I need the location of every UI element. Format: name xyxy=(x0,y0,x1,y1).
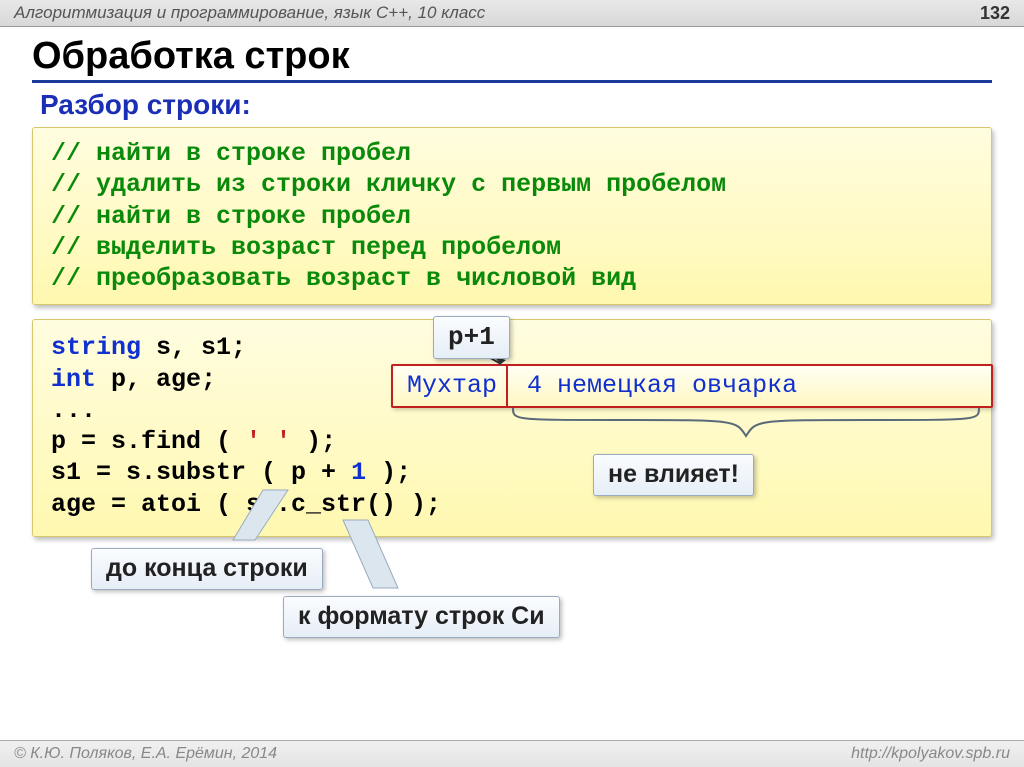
code-comment: // удалить из строки кличку с первым про… xyxy=(51,169,973,200)
slide-content: Обработка строк Разбор строки: // найти … xyxy=(0,27,1024,537)
code-text: s1 = s.substr ( p + xyxy=(51,458,351,487)
section-subtitle: Разбор строки: xyxy=(40,89,992,121)
code-comment: // выделить возраст перед пробелом xyxy=(51,232,973,263)
footer-copyright: © К.Ю. Поляков, Е.А. Ерёмин, 2014 xyxy=(14,745,277,763)
code-comment: // найти в строке пробел xyxy=(51,138,973,169)
comments-block: // найти в строке пробел // удалить из с… xyxy=(32,127,992,305)
code-block: string s, s1; int p, age; ... p = s.find… xyxy=(32,319,992,537)
separator-line xyxy=(506,366,508,405)
example-string-box: Мухтар 4 немецкая овчарка xyxy=(391,364,993,407)
code-text: ); xyxy=(291,427,336,456)
keyword: string xyxy=(51,333,141,362)
breadcrumb: Алгоритмизация и программирование, язык … xyxy=(14,3,485,23)
keyword: int xyxy=(51,365,96,394)
code-text: p = s.find ( xyxy=(51,427,246,456)
example-part-a: Мухтар xyxy=(407,371,497,400)
footer-bar: © К.Ю. Поляков, Е.А. Ерёмин, 2014 http:/… xyxy=(0,740,1024,767)
page-title: Обработка строк xyxy=(32,35,992,83)
curly-brace-icon xyxy=(511,406,981,442)
code-comment: // найти в строке пробел xyxy=(51,201,973,232)
callout-substr: до конца строки xyxy=(91,548,323,589)
callout-cstr: к формату строк Си xyxy=(283,596,560,637)
footer-url: http://kpolyakov.spb.ru xyxy=(851,745,1010,763)
code-comment: // преобразовать возраст в числовой вид xyxy=(51,263,973,294)
code-line: s1 = s.substr ( p + 1 ); xyxy=(51,457,973,488)
header-bar: Алгоритмизация и программирование, язык … xyxy=(0,0,1024,27)
label-p-plus-1: p+1 xyxy=(433,316,510,359)
page-number: 132 xyxy=(980,3,1010,24)
label-no-effect: не влияет! xyxy=(593,454,754,495)
code-line: age = atoi ( s1.c_str() ); xyxy=(51,489,973,520)
number-literal: 1 xyxy=(351,458,366,487)
code-text: s, s1; xyxy=(141,333,246,362)
code-text: ); xyxy=(366,458,411,487)
string-literal: ' ' xyxy=(246,427,291,456)
code-text: p, age; xyxy=(96,365,216,394)
example-part-b: 4 немецкая овчарка xyxy=(527,371,797,400)
pointer-arrow-icon xyxy=(343,520,433,600)
